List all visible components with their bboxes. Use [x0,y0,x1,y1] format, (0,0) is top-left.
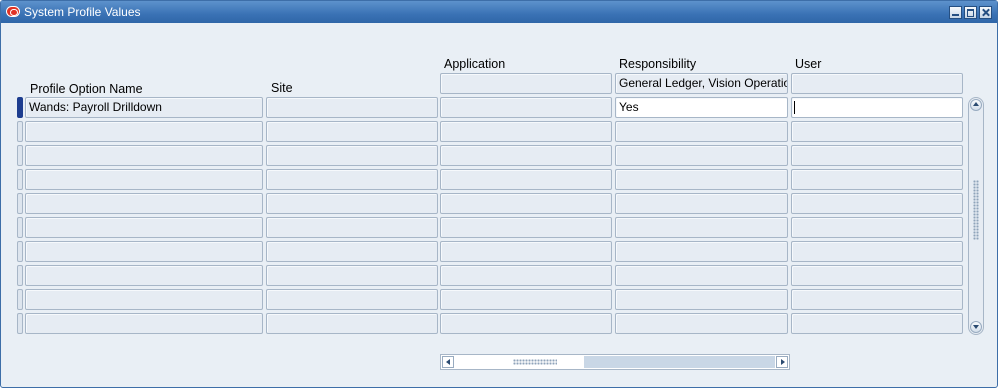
cell-responsibility[interactable]: Yes [615,97,788,118]
minimize-icon[interactable] [949,6,962,19]
record-indicator[interactable] [17,169,23,190]
cell-application[interactable] [440,241,612,262]
record-indicator[interactable] [17,217,23,238]
cell-profile-option-name[interactable] [25,313,263,334]
cell-responsibility[interactable] [615,217,788,238]
cell-site[interactable] [266,121,438,142]
header-user: User [795,57,822,71]
cell-profile-option-name[interactable] [25,169,263,190]
record-indicator[interactable] [17,265,23,286]
cell-user[interactable] [791,241,963,262]
window-title: System Profile Values [24,5,141,19]
header-responsibility: Responsibility [619,57,697,71]
cell-user[interactable] [791,97,963,118]
horizontal-scroll-track[interactable] [584,356,775,368]
cell-profile-option-name[interactable] [25,121,263,142]
cell-responsibility[interactable] [615,265,788,286]
record-indicator[interactable] [17,97,23,118]
cell-site[interactable] [266,217,438,238]
cell-user[interactable] [791,217,963,238]
cell-application[interactable] [440,217,612,238]
profile-values-window: System Profile Values Profile Option Nam… [0,0,998,388]
cell-user[interactable] [791,289,963,310]
record-indicator[interactable] [17,193,23,214]
cell-site[interactable] [266,145,438,166]
header-site: Site [271,81,293,95]
cell-application[interactable] [440,265,612,286]
cell-site[interactable] [266,169,438,190]
cell-profile-option-name[interactable]: Wands: Payroll Drilldown [25,97,263,118]
cell-profile-option-name[interactable] [25,265,263,286]
cell-user[interactable] [791,193,963,214]
title-bar[interactable]: System Profile Values [1,1,997,23]
scroll-grip-icon [513,359,557,365]
cell-application[interactable] [440,97,612,118]
cell-responsibility[interactable] [615,193,788,214]
maximize-icon[interactable] [964,6,977,19]
cell-site[interactable] [266,193,438,214]
header-profile-option-name: Profile Option Name [30,82,143,96]
cell-site[interactable] [266,289,438,310]
cell-user[interactable] [791,145,963,166]
oracle-logo-icon [6,6,20,17]
cell-application[interactable] [440,145,612,166]
horizontal-scroll-thumb[interactable] [455,356,583,368]
cell-site[interactable] [266,313,438,334]
cell-responsibility[interactable] [615,313,788,334]
cell-user[interactable] [791,169,963,190]
cell-responsibility[interactable] [615,145,788,166]
scroll-left-icon[interactable] [442,356,454,368]
cell-profile-option-name[interactable] [25,289,263,310]
cell-profile-option-name[interactable] [25,241,263,262]
close-icon[interactable] [979,6,992,19]
cell-user[interactable] [791,313,963,334]
context-responsibility-field[interactable]: General Ledger, Vision Operations (USA) [615,73,788,94]
cell-profile-option-name[interactable] [25,145,263,166]
cell-application[interactable] [440,193,612,214]
cell-responsibility[interactable] [615,241,788,262]
cell-responsibility[interactable] [615,289,788,310]
cell-user[interactable] [791,121,963,142]
scroll-down-icon[interactable] [970,321,982,333]
cell-site[interactable] [266,265,438,286]
context-application-field[interactable] [440,73,612,94]
cell-application[interactable] [440,121,612,142]
horizontal-scrollbar[interactable] [440,354,790,370]
scroll-up-icon[interactable] [970,99,982,111]
cell-profile-option-name[interactable] [25,193,263,214]
cell-application[interactable] [440,169,612,190]
cell-application[interactable] [440,289,612,310]
scroll-right-icon[interactable] [776,356,788,368]
cell-profile-option-name[interactable] [25,217,263,238]
context-user-field[interactable] [791,73,963,94]
record-indicator[interactable] [17,145,23,166]
scroll-grip-icon[interactable] [973,180,979,240]
vertical-scrollbar[interactable] [968,97,984,335]
cell-responsibility[interactable] [615,169,788,190]
cell-application[interactable] [440,313,612,334]
cell-site[interactable] [266,241,438,262]
record-indicator[interactable] [17,121,23,142]
record-indicator[interactable] [17,289,23,310]
record-indicator[interactable] [17,313,23,334]
cell-user[interactable] [791,265,963,286]
cell-site[interactable] [266,97,438,118]
cell-responsibility[interactable] [615,121,788,142]
record-indicator[interactable] [17,241,23,262]
header-application: Application [444,57,506,71]
